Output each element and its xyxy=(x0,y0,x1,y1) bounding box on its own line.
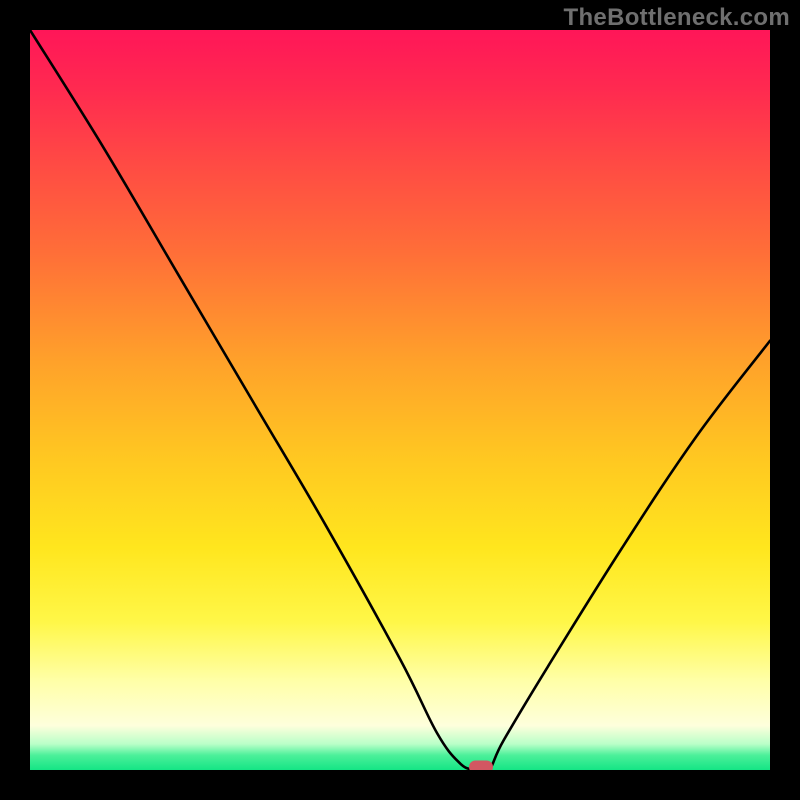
chart-frame: TheBottleneck.com xyxy=(0,0,800,800)
plot-area xyxy=(30,30,770,770)
bottleneck-curve xyxy=(30,30,770,770)
watermark-text: TheBottleneck.com xyxy=(564,4,790,32)
optimal-point-marker xyxy=(469,761,493,771)
